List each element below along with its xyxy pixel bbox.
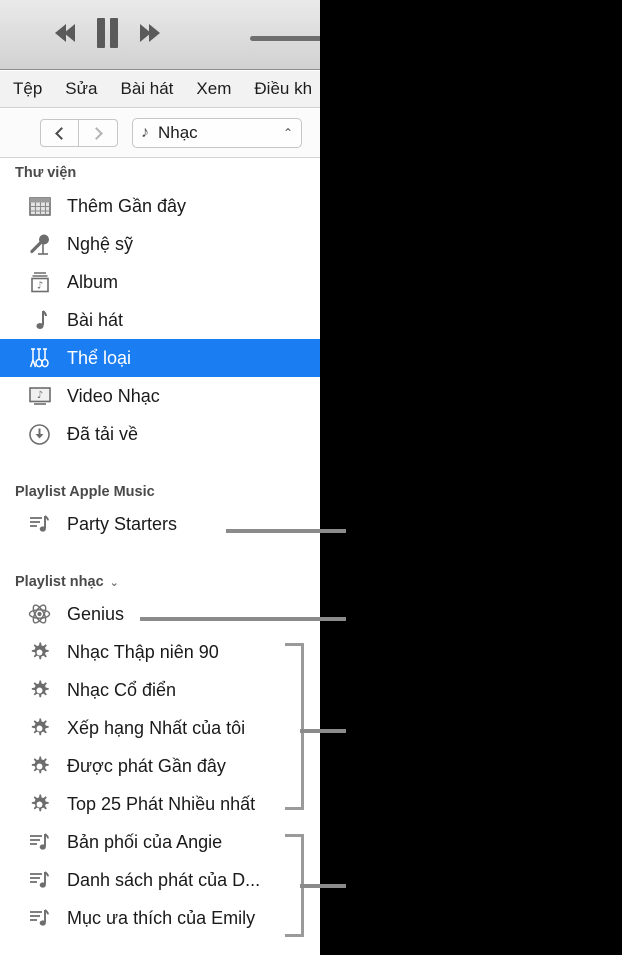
section-label: Thư viện — [15, 165, 77, 181]
sidebar-item-top-25-most-played[interactable]: Top 25 Phát Nhiều nhất — [0, 785, 320, 823]
sidebar-item-label: Genius — [67, 603, 125, 624]
download-circle-icon — [27, 422, 52, 447]
sidebar-item-label: Album — [67, 271, 119, 292]
back-button[interactable] — [40, 119, 79, 147]
sidebar-section-header-music-playlists[interactable]: Playlist nhạc ⌄ — [0, 569, 320, 595]
microphone-icon — [27, 232, 52, 257]
fast-forward-icon[interactable] — [140, 24, 160, 42]
sidebar-item-label: Được phát Gần đây — [67, 755, 226, 776]
sidebar-item-label: Bản phối của Angie — [67, 831, 223, 852]
gear-icon — [27, 716, 52, 741]
section-label: Playlist Apple Music — [15, 484, 155, 500]
sidebar-item-genius[interactable]: Genius — [0, 595, 320, 633]
menu-item-controls[interactable]: Điều kh — [254, 79, 312, 99]
sidebar-item-downloaded[interactable]: Đã tải về — [0, 415, 320, 453]
forward-button[interactable] — [79, 119, 118, 147]
music-note-icon — [27, 308, 52, 333]
menu-item-song[interactable]: Bài hát — [120, 79, 173, 99]
music-note-icon: ♪ — [141, 124, 149, 141]
gear-icon — [27, 640, 52, 665]
grid-icon — [27, 194, 52, 219]
nav-button-group — [40, 119, 118, 147]
sidebar-item-recently-added[interactable]: Thêm Gần đây — [0, 187, 320, 225]
transport-controls — [55, 18, 160, 48]
titlebar — [0, 0, 320, 70]
playlist-icon — [27, 512, 52, 537]
sidebar-item-classical-music[interactable]: Nhạc Cổ điển — [0, 671, 320, 709]
playlist-icon — [27, 868, 52, 893]
sidebar-item-artists[interactable]: Nghệ sỹ — [0, 225, 320, 263]
album-stack-icon: ♪ — [27, 270, 52, 295]
atom-icon — [27, 602, 52, 627]
svg-text:♪: ♪ — [36, 281, 42, 292]
sidebar-item-label: Top 25 Phát Nhiều nhất — [67, 793, 256, 814]
sidebar: Thư viện Thêm Gần đây Nghệ sỹ ♪ Album Bà… — [0, 159, 320, 955]
menu-item-file[interactable]: Tệp — [13, 79, 42, 99]
sidebar-item-emilys-favorites[interactable]: Mục ưa thích của Emily — [0, 899, 320, 937]
source-popup-label: Nhạc — [158, 123, 198, 142]
genre-instruments-icon — [27, 346, 52, 371]
sidebar-item-label: Video Nhạc — [67, 385, 160, 406]
gear-icon — [27, 792, 52, 817]
sidebar-item-label: Đã tải về — [67, 423, 139, 444]
playlist-icon — [27, 830, 52, 855]
volume-slider[interactable] — [250, 36, 320, 41]
section-label: Playlist nhạc — [15, 574, 104, 590]
sidebar-item-label: Mục ưa thích của Emily — [67, 907, 256, 928]
sidebar-item-angies-mix[interactable]: Bản phối của Angie — [0, 823, 320, 861]
svg-text:♪: ♪ — [36, 390, 42, 401]
chevron-right-icon — [90, 126, 103, 140]
sidebar-item-songs[interactable]: Bài hát — [0, 301, 320, 339]
menubar: Tệp Sửa Bài hát Xem Điều kh — [0, 71, 320, 108]
sidebar-item-label: Thêm Gần đây — [67, 195, 187, 216]
sidebar-item-party-starters[interactable]: Party Starters — [0, 505, 320, 543]
source-popup-button[interactable]: ♪ Nhạc ⌃ — [132, 118, 302, 148]
sidebar-item-label: Xếp hạng Nhất của tôi — [67, 717, 246, 738]
sidebar-item-label: Thể loại — [67, 347, 132, 368]
chevron-left-icon — [54, 126, 68, 140]
popup-arrows-icon: ⌃ — [282, 126, 293, 140]
sidebar-item-my-top-rated[interactable]: Xếp hạng Nhất của tôi — [0, 709, 320, 747]
sidebar-item-label: Nhạc Thập niên 90 — [67, 641, 219, 662]
menu-item-edit[interactable]: Sửa — [65, 79, 97, 99]
screenshot-root: Tệp Sửa Bài hát Xem Điều kh ♪ Nhạc ⌃ Thư… — [0, 0, 622, 955]
gear-icon — [27, 754, 52, 779]
sidebar-item-recently-played[interactable]: Được phát Gần đây — [0, 747, 320, 785]
sidebar-item-albums[interactable]: ♪ Album — [0, 263, 320, 301]
sidebar-item-label: Nghệ sỹ — [67, 233, 134, 254]
sidebar-item-label: Nhạc Cổ điển — [67, 679, 177, 700]
sidebar-item-label: Party Starters — [67, 513, 178, 534]
sidebar-item-90s-music[interactable]: Nhạc Thập niên 90 — [0, 633, 320, 671]
music-video-icon: ♪ — [27, 384, 52, 409]
sidebar-item-label: Danh sách phát của D... — [67, 869, 261, 890]
gear-icon — [27, 678, 52, 703]
pause-icon[interactable] — [97, 18, 118, 48]
sidebar-section-header-apple-music-playlists: Playlist Apple Music — [0, 479, 320, 505]
sidebar-item-davids-playlist[interactable]: Danh sách phát của D... — [0, 861, 320, 899]
rewind-icon[interactable] — [55, 24, 75, 42]
sidebar-section-header-library: Thư viện — [0, 159, 320, 187]
chevron-down-icon[interactable]: ⌄ — [110, 576, 119, 589]
itunes-window: Tệp Sửa Bài hát Xem Điều kh ♪ Nhạc ⌃ Thư… — [0, 0, 320, 955]
navigation-bar: ♪ Nhạc ⌃ — [0, 109, 320, 158]
playlist-icon — [27, 906, 52, 931]
sidebar-item-label: Bài hát — [67, 309, 124, 330]
menu-item-view[interactable]: Xem — [196, 79, 231, 99]
sidebar-item-genres[interactable]: Thể loại — [0, 339, 320, 377]
sidebar-item-music-videos[interactable]: ♪ Video Nhạc — [0, 377, 320, 415]
